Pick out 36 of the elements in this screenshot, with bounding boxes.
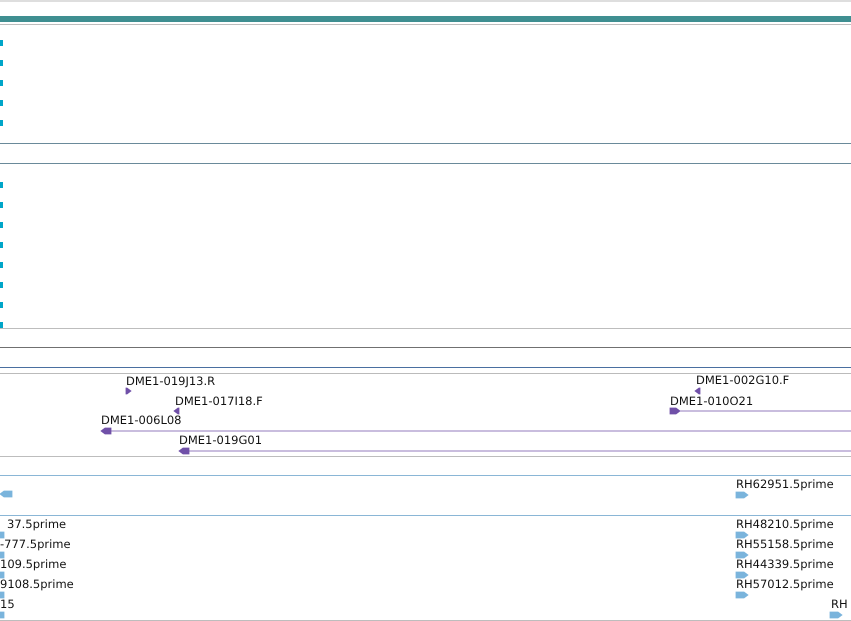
coverage-tick bbox=[0, 202, 3, 208]
feature-label[interactable]: RH62951.5prime bbox=[736, 477, 834, 491]
feature-label[interactable]: RH48210.5prime bbox=[736, 517, 834, 531]
coverage-tick bbox=[0, 262, 3, 268]
feature-label[interactable]: DME1-019J13.R bbox=[126, 374, 216, 388]
coverage-tick bbox=[0, 302, 3, 308]
coverage-tick bbox=[0, 120, 3, 126]
feature-label[interactable]: 9108.5prime bbox=[0, 577, 74, 591]
coverage-tick bbox=[0, 282, 3, 288]
feature-arrow[interactable] bbox=[100, 428, 851, 434]
feature-label[interactable]: DME1-006L08 bbox=[101, 413, 182, 427]
coverage-tick bbox=[0, 182, 3, 188]
feature-arrow[interactable] bbox=[173, 408, 180, 414]
feature-arrow[interactable] bbox=[670, 408, 851, 414]
coverage-tick bbox=[0, 100, 3, 106]
feature-label[interactable]: DME1-002G10.F bbox=[696, 373, 790, 387]
feature-label[interactable]: RH57012.5prime bbox=[736, 577, 834, 591]
feature-arrow[interactable] bbox=[694, 388, 700, 394]
feature-label[interactable]: RH44339.5prime bbox=[736, 557, 834, 571]
feature-label[interactable]: -777.5prime bbox=[0, 537, 71, 551]
feature-arrow[interactable] bbox=[126, 388, 132, 394]
coverage-tick bbox=[0, 222, 3, 228]
feature-label[interactable]: 37.5prime bbox=[7, 517, 66, 531]
feature-label[interactable]: RH55158.5prime bbox=[736, 537, 834, 551]
feature-label[interactable]: DME1-017I18.F bbox=[175, 394, 263, 408]
coverage-tick bbox=[0, 40, 3, 46]
feature-label[interactable]: DME1-010O21 bbox=[670, 394, 754, 408]
coverage-tick bbox=[0, 60, 3, 66]
coverage-tick bbox=[0, 80, 3, 86]
feature-label[interactable]: RH bbox=[831, 597, 848, 611]
coverage-tick bbox=[0, 242, 3, 248]
feature-arrow[interactable] bbox=[178, 448, 851, 454]
feature-label[interactable]: 15 bbox=[0, 597, 15, 611]
feature-label[interactable]: DME1-019G01 bbox=[179, 433, 262, 447]
feature-label[interactable]: 109.5prime bbox=[0, 557, 66, 571]
coverage-tick bbox=[0, 322, 3, 328]
